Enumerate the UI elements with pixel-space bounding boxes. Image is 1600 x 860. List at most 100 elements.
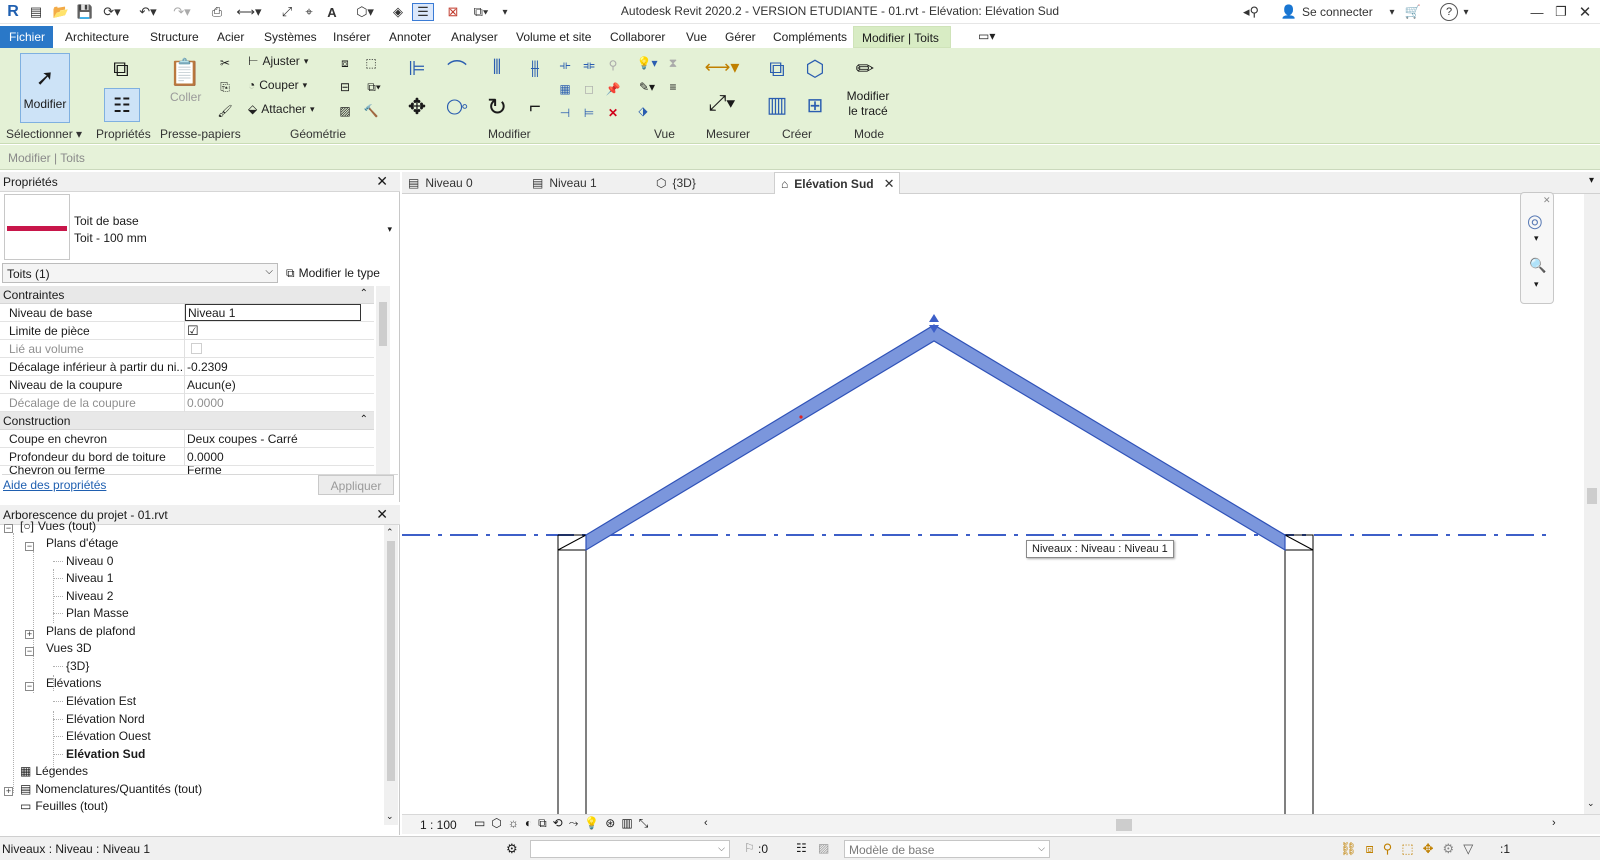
reveal-hidden-icon[interactable]: ⊛: [605, 816, 615, 831]
move-icon[interactable]: ✥: [402, 92, 432, 122]
tree-ceiling-plans[interactable]: Plans de plafond: [46, 624, 135, 638]
join-geometry-icon[interactable]: ⧉▾: [362, 78, 386, 96]
tree-item-elevation-sud[interactable]: Elévation Sud: [66, 747, 145, 761]
prop-value-fascia-depth[interactable]: 0.0000: [187, 450, 367, 464]
default-3d-icon[interactable]: ⬡▾: [352, 3, 378, 21]
tab-view-3d[interactable]: ⬡ {3D}: [650, 172, 770, 194]
sections-icon[interactable]: ◈: [390, 3, 406, 21]
crop-view-icon[interactable]: ⧉: [538, 816, 547, 831]
canvas-vertical-scrollbar[interactable]: ⌄: [1584, 194, 1600, 814]
tree-legends[interactable]: ▦ Légendes: [20, 764, 88, 778]
cut-icon[interactable]: ✂: [216, 54, 234, 72]
detail-level-icon[interactable]: ▭: [474, 816, 485, 831]
measure-between-refs-icon[interactable]: ⟷▾: [702, 56, 742, 78]
expand-toggle[interactable]: +: [4, 787, 13, 796]
sign-in-dropdown-icon[interactable]: ▾: [1386, 3, 1398, 21]
tree-elevations[interactable]: Elévations: [46, 676, 101, 690]
apply-button[interactable]: Appliquer: [318, 475, 394, 495]
tab-steel[interactable]: Acier: [217, 30, 244, 44]
canvas-vscroll-thumb[interactable]: [1587, 488, 1597, 504]
tab-annotate[interactable]: Annoter: [389, 30, 431, 44]
properties-help-link[interactable]: Aide des propriétés: [3, 478, 106, 492]
expand-toggle[interactable]: −: [25, 682, 34, 691]
tab-modify-roofs[interactable]: Modifier | Toits: [853, 26, 951, 48]
select-underlay-icon[interactable]: ⧈: [1366, 841, 1374, 857]
worksets-icon[interactable]: ⚙: [506, 841, 518, 857]
scroll-down-icon[interactable]: ⌄: [1587, 798, 1595, 809]
attach-button[interactable]: ⬙ Attacher ▾: [248, 102, 314, 116]
type-selector[interactable]: Toit de base Toit - 100 mm ▾: [74, 214, 394, 258]
aligned-dimension-icon[interactable]: ⤢: [278, 3, 296, 21]
type-selector-dropdown-icon[interactable]: ▾: [387, 224, 392, 235]
zoom-region-icon[interactable]: 🔍: [1529, 257, 1546, 274]
panel-select[interactable]: Sélectionner ▾: [6, 127, 82, 141]
infocenter-icon[interactable]: ◂⚲: [1242, 3, 1260, 21]
expand-toggle[interactable]: −: [25, 647, 34, 656]
show-analytical-icon[interactable]: ⤡: [639, 816, 649, 831]
tab-systems[interactable]: Systèmes: [264, 30, 317, 44]
elevation-drawing[interactable]: [402, 194, 1600, 814]
shadows-icon[interactable]: ◐: [525, 816, 532, 831]
tree-item-elevation-nord[interactable]: Elévation Nord: [66, 712, 145, 726]
sun-path-icon[interactable]: ☼: [508, 816, 519, 831]
mirror-pick-axis-icon[interactable]: ⫴: [482, 54, 512, 82]
cut-geometry-button[interactable]: ◔ Couper ▾: [248, 78, 307, 92]
undo-icon[interactable]: ↶▾: [136, 3, 160, 21]
tree-item-plan-masse[interactable]: Plan Masse: [66, 606, 129, 620]
rotate-icon[interactable]: ↻: [482, 92, 512, 122]
roof-selected[interactable]: [585, 324, 1286, 552]
thin-lines-icon[interactable]: ☰: [412, 3, 434, 21]
select-links-icon[interactable]: ⛓: [1340, 841, 1357, 857]
tab-structure[interactable]: Structure: [150, 30, 199, 44]
exclude-options-icon[interactable]: ▨: [818, 841, 829, 855]
tab-view[interactable]: Vue: [686, 30, 707, 44]
scale-icon[interactable]: ◻: [580, 80, 598, 98]
prop-value-base-offset[interactable]: -0.2309: [187, 360, 367, 374]
properties-scrollbar[interactable]: [376, 286, 390, 474]
unlock-3d-icon[interactable]: ⤳: [569, 816, 579, 831]
prop-row-rafter-cut[interactable]: Coupe en chevron Deux coupes - Carré: [0, 430, 374, 448]
trim-extend-corner-icon[interactable]: ⌐: [520, 92, 550, 122]
open-icon[interactable]: 📂: [52, 3, 70, 21]
scroll-down-icon[interactable]: ⌄: [386, 811, 394, 822]
demolish-icon[interactable]: 🔨: [362, 102, 380, 120]
create-similar-icon[interactable]: ⊞: [800, 90, 830, 120]
print-icon[interactable]: ⎙: [208, 3, 226, 21]
prop-value-rafter-cut[interactable]: Deux coupes - Carré: [187, 432, 367, 446]
tab-view-niveau-0[interactable]: ▤ Niveau 0: [402, 172, 522, 194]
tag-icon[interactable]: ⌖: [300, 3, 318, 21]
override-by-category-icon[interactable]: ≡: [664, 78, 682, 96]
text-icon[interactable]: A: [324, 3, 340, 21]
canvas-horizontal-scrollbar[interactable]: [716, 819, 1548, 831]
canvas-hscroll-thumb[interactable]: [1116, 819, 1132, 831]
scroll-right-icon[interactable]: ›: [1552, 817, 1556, 829]
split-gap-icon[interactable]: ⟚: [580, 56, 598, 74]
properties-scroll-thumb[interactable]: [379, 302, 387, 346]
section-construction[interactable]: Construction ⌃: [0, 412, 374, 430]
close-tab-icon[interactable]: ✕: [884, 176, 895, 192]
tree-item-niveau-1[interactable]: Niveau 1: [66, 571, 113, 585]
tab-insert[interactable]: Insérer: [333, 30, 370, 44]
help-icon[interactable]: ?: [1440, 3, 1458, 21]
design-options-icon[interactable]: ☷: [796, 841, 807, 855]
properties-toggle-icon[interactable]: ☷: [104, 88, 140, 122]
tree-floor-plans[interactable]: Plans d'étage: [46, 536, 118, 550]
create-group-icon[interactable]: ▥: [762, 90, 792, 120]
create-parts-icon[interactable]: ⬡: [800, 54, 830, 84]
room-bounding-checkbox[interactable]: ☑: [187, 323, 367, 339]
wheel-dropdown-icon[interactable]: ▾: [1534, 233, 1539, 244]
override-graphics-icon[interactable]: ⧗: [664, 54, 682, 72]
drag-on-selection-icon[interactable]: ✥: [1423, 841, 1434, 857]
tree-item-niveau-2[interactable]: Niveau 2: [66, 589, 113, 603]
tree-schedules[interactable]: ▤ Nomenclatures/Quantités (tout): [20, 782, 202, 796]
restore-icon[interactable]: ❐: [1552, 3, 1570, 21]
prop-row-rafter-or-truss[interactable]: Chevron ou ferme Ferme: [0, 466, 374, 474]
user-icon[interactable]: 👤: [1280, 3, 1298, 21]
drawing-area[interactable]: Niveaux : Niveau : Niveau 1 ✕ ◎ ▾ 🔍 ▾ ⌄: [402, 192, 1600, 814]
filter-icon[interactable]: ▽: [1463, 841, 1473, 857]
browser-scroll-thumb[interactable]: [387, 541, 395, 781]
section-constraints[interactable]: Contraintes ⌃: [0, 286, 374, 304]
temporary-hide-icon[interactable]: 💡: [584, 816, 599, 831]
join-icon[interactable]: ⧈: [336, 54, 354, 72]
close-window-icon[interactable]: ✕: [1576, 3, 1594, 21]
